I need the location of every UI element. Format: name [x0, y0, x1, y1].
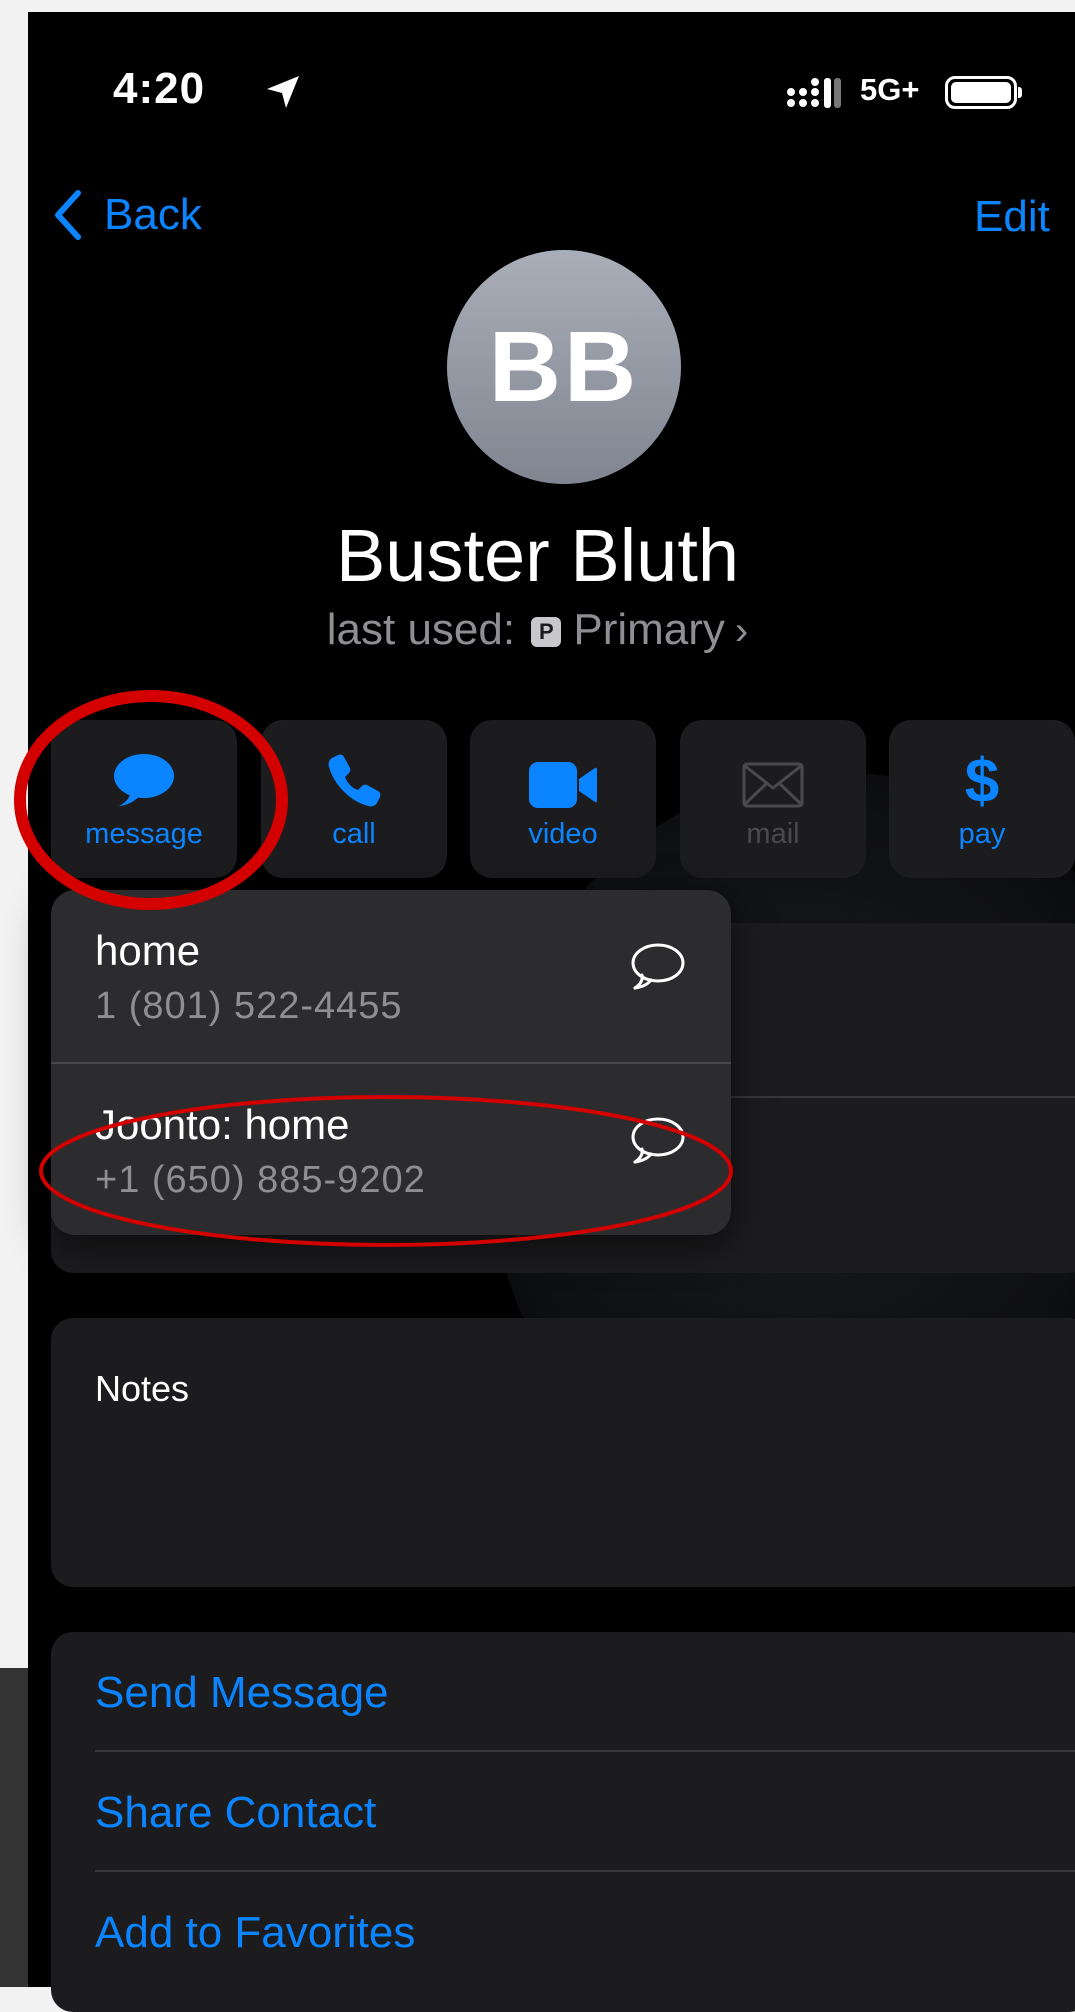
annotation-overlay	[14, 690, 733, 1247]
annotation-circle-message	[14, 690, 288, 910]
annotation-ellipse-joonto	[39, 1095, 733, 1247]
